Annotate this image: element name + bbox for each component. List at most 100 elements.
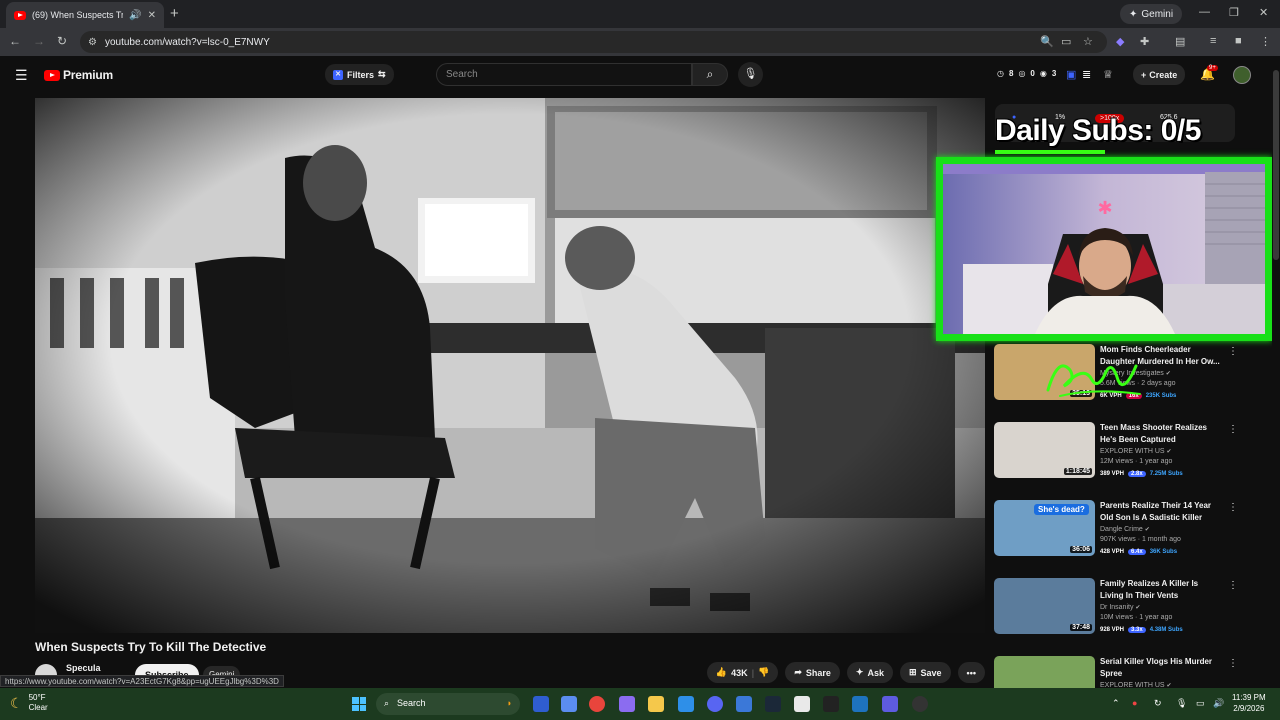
copilot-app-icon[interactable] [561, 696, 577, 712]
daily-subs-overlay: Daily Subs: 0/5 [995, 114, 1201, 147]
stats-counters: ◷ 8 ◎ 0 ◉ 3 [997, 69, 1056, 78]
vidiq-icon[interactable]: ▣ [1066, 68, 1076, 81]
forward-icon[interactable]: → [33, 34, 45, 48]
more-options-icon[interactable]: ⋮ [1228, 424, 1238, 435]
taskbar-search[interactable]: ⌕ Search ◗ [376, 693, 520, 715]
recommendation-title[interactable]: Parents Realize Their 14 Year Old Son Is… [1100, 500, 1222, 524]
share-icon: ➦ [794, 667, 802, 677]
file-explorer-icon[interactable] [648, 696, 664, 712]
microphone-icon[interactable]: 🎙 [738, 62, 763, 87]
tray-chevron-icon[interactable]: ⌃ [1112, 698, 1120, 709]
maximize-icon[interactable]: ❐ [1229, 6, 1239, 19]
video-thumbnail[interactable]: She's dead? 36:06 [994, 500, 1095, 556]
browser-tab[interactable]: (69) When Suspects Try To Kill The Detec… [6, 2, 164, 28]
tray-mic-icon[interactable]: 🎙 [1176, 698, 1187, 709]
reload-icon[interactable]: ↻ [57, 34, 67, 48]
channel-name[interactable]: Specula [66, 663, 101, 673]
scrollbar[interactable] [1272, 60, 1280, 685]
subs-badge: 235K Subs [1145, 393, 1177, 399]
discord-app-icon[interactable] [707, 696, 723, 712]
save-label: Save [920, 667, 942, 678]
share-button[interactable]: ➦ Share [785, 662, 840, 683]
teams-app-icon[interactable] [882, 696, 898, 712]
recommendation-meta: 10M views · 1 year ago [1100, 614, 1173, 621]
hamburger-menu-icon[interactable]: ☰ [15, 67, 28, 84]
obs-app-icon[interactable] [619, 696, 635, 712]
video-title: When Suspects Try To Kill The Detective [35, 640, 267, 654]
like-button[interactable]: 👍 43K | 👎 [706, 662, 779, 683]
thumbnail-caption: She's dead? [1034, 504, 1089, 515]
weather-temp: 50°F [28, 693, 46, 702]
more-options-icon[interactable]: ⋮ [1228, 658, 1238, 669]
close-window-icon[interactable]: ✕ [1259, 6, 1268, 19]
windows-start-icon[interactable] [352, 697, 366, 711]
side-panel-icon[interactable]: ▤ [1175, 35, 1185, 48]
chrome-app-icon[interactable] [589, 696, 605, 712]
video-player[interactable] [35, 98, 985, 633]
weather-widget[interactable]: ☾ 50°F Clear [10, 693, 48, 713]
thumbs-up-icon: 👍 [715, 667, 728, 677]
save-button[interactable]: ⊞ Save [899, 662, 951, 683]
more-options-icon[interactable]: ⋮ [1228, 346, 1238, 357]
recommendation-title[interactable]: Serial Killer Vlogs His Murder Spree [1100, 656, 1222, 680]
tray-sync-icon[interactable]: ↻ [1154, 698, 1162, 709]
gmail-app-icon[interactable] [823, 696, 839, 712]
cast-icon[interactable]: ▭ [1061, 35, 1071, 48]
speaker-icon[interactable]: 🔊 [129, 10, 141, 21]
steam-app-icon[interactable] [765, 696, 781, 712]
scrollbar-thumb[interactable] [1273, 70, 1279, 260]
extensions-puzzle-icon[interactable]: ✚ [1140, 35, 1149, 48]
filters-button[interactable]: ✕ Filters ⇆ [325, 64, 394, 85]
search-icon[interactable]: ⌕ [692, 63, 728, 86]
recommendation-channel[interactable]: Dangle Crime ✔ [1100, 526, 1150, 533]
gemini-button[interactable]: ✦ Gemini [1120, 4, 1183, 24]
profile-icon[interactable]: ■ [1235, 35, 1242, 47]
site-info-icon[interactable]: ⚙ [88, 37, 97, 48]
terminal-app-icon[interactable] [533, 696, 549, 712]
network-icon[interactable]: ▭ [1196, 698, 1205, 709]
new-tab-button[interactable]: + [170, 5, 179, 22]
create-button[interactable]: + Create [1133, 64, 1186, 85]
list-icon[interactable]: ≣ [1082, 68, 1091, 81]
recommendation-card[interactable]: She's dead? 36:06 Parents Realize Their 14… [994, 500, 1239, 562]
youtube-logo-icon [44, 69, 60, 81]
recommendation-channel[interactable]: Dr Insanity ✔ [1100, 604, 1140, 611]
gaming-app-icon[interactable] [852, 696, 868, 712]
recommendation-channel[interactable]: EXPLORE WITH US ✔ [1100, 448, 1172, 455]
close-tab-icon[interactable]: ✕ [148, 10, 156, 21]
bookmark-star-icon[interactable]: ☆ [1083, 35, 1093, 48]
ask-button[interactable]: ✦ Ask [846, 662, 893, 683]
system-clock[interactable]: 11:39 PM 2/9/2026 [1232, 692, 1266, 714]
minimize-icon[interactable]: — [1199, 6, 1210, 18]
extension-icon[interactable]: ◆ [1116, 35, 1124, 48]
recommendation-title[interactable]: Teen Mass Shooter Realizes He's Been Cap… [1100, 422, 1222, 446]
recommendation-card[interactable]: 37:48 Family Realizes A Killer Is Living … [994, 578, 1239, 640]
more-options-icon[interactable]: ⋮ [1228, 580, 1238, 591]
zoom-icon[interactable]: 🔍 [1040, 35, 1054, 48]
recommendation-title[interactable]: Family Realizes A Killer Is Living In Th… [1100, 578, 1222, 602]
progress-bar [995, 150, 1105, 154]
photos-app-icon[interactable] [736, 696, 752, 712]
notepad-app-icon[interactable] [678, 696, 694, 712]
volume-icon[interactable]: 🔊 [1213, 698, 1224, 709]
more-options-icon[interactable]: ⋮ [1228, 502, 1238, 513]
video-thumbnail[interactable]: 37:48 [994, 578, 1095, 634]
like-count: 43K [731, 667, 748, 678]
tray-app-icon[interactable]: ● [1132, 698, 1137, 708]
thumbs-down-icon[interactable]: 👎 [758, 667, 769, 678]
avatar[interactable] [1233, 66, 1251, 84]
video-thumbnail[interactable]: 1:18:45 [994, 422, 1095, 478]
search-input[interactable]: Search [436, 63, 692, 86]
more-actions-button[interactable]: ••• [957, 662, 985, 683]
video-actions: 👍 43K | 👎 ➦ Share ✦ Ask ⊞ Save ••• [706, 662, 985, 683]
chrome-menu-icon[interactable]: ⋮ [1260, 35, 1271, 48]
youtube-logo[interactable]: Premium [44, 68, 113, 82]
recommendation-meta: 12M views · 1 year ago [1100, 458, 1173, 465]
address-bar[interactable]: ⚙ youtube.com/watch?v=lsc-0_E7NWY [80, 31, 1107, 53]
media-controls-icon[interactable]: ≡ [1210, 35, 1216, 47]
back-icon[interactable]: ← [9, 34, 21, 48]
recorder-app-icon[interactable] [912, 696, 928, 712]
store-app-icon[interactable] [794, 696, 810, 712]
recommendation-card[interactable]: 1:18:45 Teen Mass Shooter Realizes He's B… [994, 422, 1239, 484]
trophy-icon[interactable]: ♕ [1103, 68, 1113, 81]
